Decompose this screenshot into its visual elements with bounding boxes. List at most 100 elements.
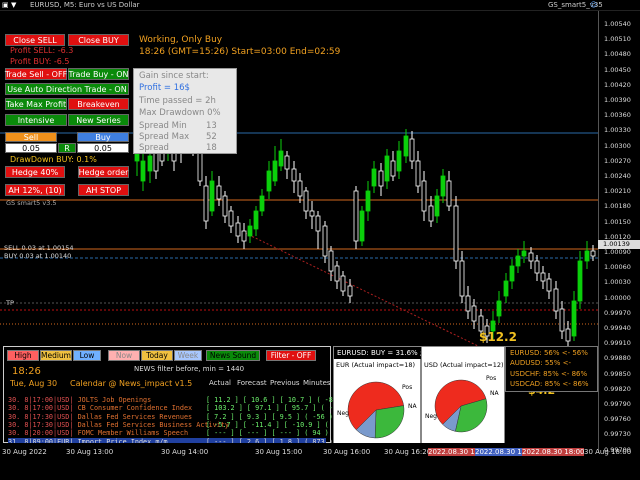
- tab-now[interactable]: Now: [108, 350, 140, 361]
- tab-today[interactable]: Today: [141, 350, 173, 361]
- pie-slice-pos: [374, 405, 405, 439]
- news-row[interactable]: 30. 8|17:00|USD| CB Consumer Confidence …: [8, 404, 349, 413]
- intensive-button[interactable]: Intensive: [5, 114, 67, 126]
- candle-bear: [428, 205, 434, 222]
- news-row[interactable]: 30. 8|20:00|USD| FOMC Member Williams Sp…: [8, 429, 329, 437]
- profit-value: Profit = 16$: [139, 83, 190, 93]
- tab-week[interactable]: Week: [174, 350, 202, 361]
- candle-bear: [353, 190, 359, 242]
- spread-max-value: 52: [206, 132, 217, 142]
- eur-na-label: NA: [408, 403, 417, 410]
- tab-low[interactable]: Low: [73, 350, 101, 361]
- news-row[interactable]: 30. 8|17:30|USD| Dallas Fed Services Rev…: [8, 413, 333, 421]
- price-label: 1.00000: [604, 293, 631, 302]
- candle-bear: [309, 210, 315, 217]
- price-label: 1.00090: [604, 248, 631, 256]
- buy-lot-input[interactable]: 0.05: [77, 143, 129, 153]
- candle-bull: [384, 155, 390, 182]
- price-label: 0.99910: [604, 339, 631, 348]
- time-label: 30 Aug 16:00: [323, 448, 371, 456]
- time-label: 30 Aug 16:20: [384, 448, 432, 456]
- hedge-order-button[interactable]: Hedge order: [78, 166, 129, 178]
- news-filter-text: NEWS filter before, min = 1440: [134, 365, 245, 373]
- buy-order-label: BUY 0.03 at 1.00140: [4, 252, 72, 260]
- candle-bear: [415, 160, 421, 187]
- candle-bear: [378, 170, 384, 187]
- breakeven-button[interactable]: Breakeven: [68, 98, 129, 110]
- price-label: 0.99730: [604, 430, 631, 439]
- candle-bear: [322, 225, 328, 257]
- price-label: 0.99790: [604, 400, 631, 408]
- usd-impact-pie-panel: USD (Actual impact=12) Pos NA Neg: [421, 346, 505, 454]
- corr-row: USDCHF: 85% <- 86%: [510, 370, 588, 378]
- tab-high[interactable]: High: [7, 350, 39, 361]
- reverse-button[interactable]: R: [58, 143, 76, 153]
- candle-bull: [359, 210, 365, 242]
- candle-bull: [440, 175, 446, 197]
- candle-bear: [235, 222, 241, 237]
- price-chart[interactable]: [0, 11, 598, 346]
- news-sound-toggle[interactable]: News Sound: [206, 350, 260, 361]
- news-row-date: 30. 8|17:30|USD|: [8, 420, 74, 429]
- time-label: 30 Aug 14:00: [161, 448, 209, 456]
- news-row[interactable]: 30. 8|17:00|USD| JOLTS Job Openings [ 11.…: [8, 396, 345, 404]
- profit-buy-text: Profit BUY: -6.5: [10, 57, 70, 66]
- candle-bull: [147, 155, 153, 172]
- candle-bear: [471, 305, 477, 322]
- eur-pie-chart: [347, 381, 405, 439]
- candle-bull: [396, 150, 402, 172]
- candle-bear: [222, 195, 228, 217]
- news-date: Tue, Aug 30: [10, 379, 58, 388]
- close-sell-button[interactable]: Close SELL: [5, 34, 65, 46]
- auto-direction-toggle[interactable]: Use Auto Direction Trade - ON: [5, 83, 129, 95]
- calendar-title: Calendar @ News_impact v1.5: [70, 379, 193, 388]
- candle-bull: [278, 150, 284, 167]
- news-time: 18:26: [12, 366, 41, 377]
- candle-bull: [571, 300, 577, 337]
- take-max-profit-button[interactable]: Take Max Profit: [5, 98, 67, 110]
- candle-bull: [259, 195, 265, 212]
- news-row-date: 30. 8|17:00|USD|: [8, 404, 74, 413]
- usd-pos-label: Pos: [486, 375, 497, 382]
- new-series-button[interactable]: New Series: [68, 114, 129, 126]
- news-row-date: 30. 8|17:00|USD|: [8, 396, 74, 404]
- trade-sell-toggle[interactable]: Trade Sell - OFF: [5, 68, 67, 80]
- col-forecast: Forecast: [237, 379, 267, 387]
- sell-lot-input[interactable]: 0.05: [5, 143, 57, 153]
- auto-hedge-button[interactable]: AH 12%, (10): [5, 184, 65, 196]
- trade-buy-toggle[interactable]: Trade Buy - ON: [68, 68, 129, 80]
- candle-bear: [303, 190, 309, 212]
- profit-marker-1: $12.2: [479, 330, 517, 344]
- eur-impact-pie-panel: EURUSD: BUY = 31.6% ; SELL= 68.4% EUR (A…: [333, 346, 506, 454]
- corr-row: AUDUSD: 55% <-: [510, 359, 572, 367]
- candle-bull: [266, 170, 272, 192]
- candle-bear: [540, 272, 546, 282]
- candle-bear: [559, 308, 565, 332]
- candle-bull: [521, 250, 527, 257]
- price-label: 1.00030: [604, 278, 631, 287]
- candle-bear: [203, 185, 209, 222]
- candle-bear: [340, 275, 346, 292]
- news-row[interactable]: 30. 8|17:30|USD| Dallas Fed Services Bus…: [8, 420, 353, 429]
- tab-medium[interactable]: Medium: [40, 350, 72, 361]
- news-row-values: [ 7.2 ] [ 9.3 ] [ 9.5 ] ( -56 ): [206, 412, 333, 421]
- sell-button[interactable]: Sell: [5, 132, 57, 142]
- price-label: 1.00420: [604, 80, 631, 89]
- correlation-panel: EURUSD: 56% <- 56% AUDUSD: 55% <- USDCHF…: [505, 346, 598, 392]
- buy-button[interactable]: Buy: [77, 132, 129, 142]
- sell-order-label: SELL 0.03 at 1.00154: [4, 244, 74, 252]
- hedge-button[interactable]: Hedge 40%: [5, 166, 65, 178]
- candle-bull: [577, 260, 583, 302]
- candle-bear: [590, 250, 596, 257]
- price-label: 1.00240: [604, 172, 631, 180]
- candle-bull: [503, 280, 509, 297]
- eur-neg-label: Neg: [337, 410, 349, 417]
- auto-hedge-stop-button[interactable]: AH STOP: [78, 184, 129, 196]
- candle-bear: [216, 185, 222, 200]
- price-label: 1.00330: [604, 126, 631, 135]
- drawdown-text: DrawDown BUY: 0.1%: [10, 155, 97, 164]
- candle-bear: [328, 250, 334, 272]
- filter-toggle[interactable]: Filter - OFF: [266, 350, 316, 361]
- spread-value: 18: [206, 143, 217, 153]
- close-buy-button[interactable]: Close BUY: [68, 34, 129, 46]
